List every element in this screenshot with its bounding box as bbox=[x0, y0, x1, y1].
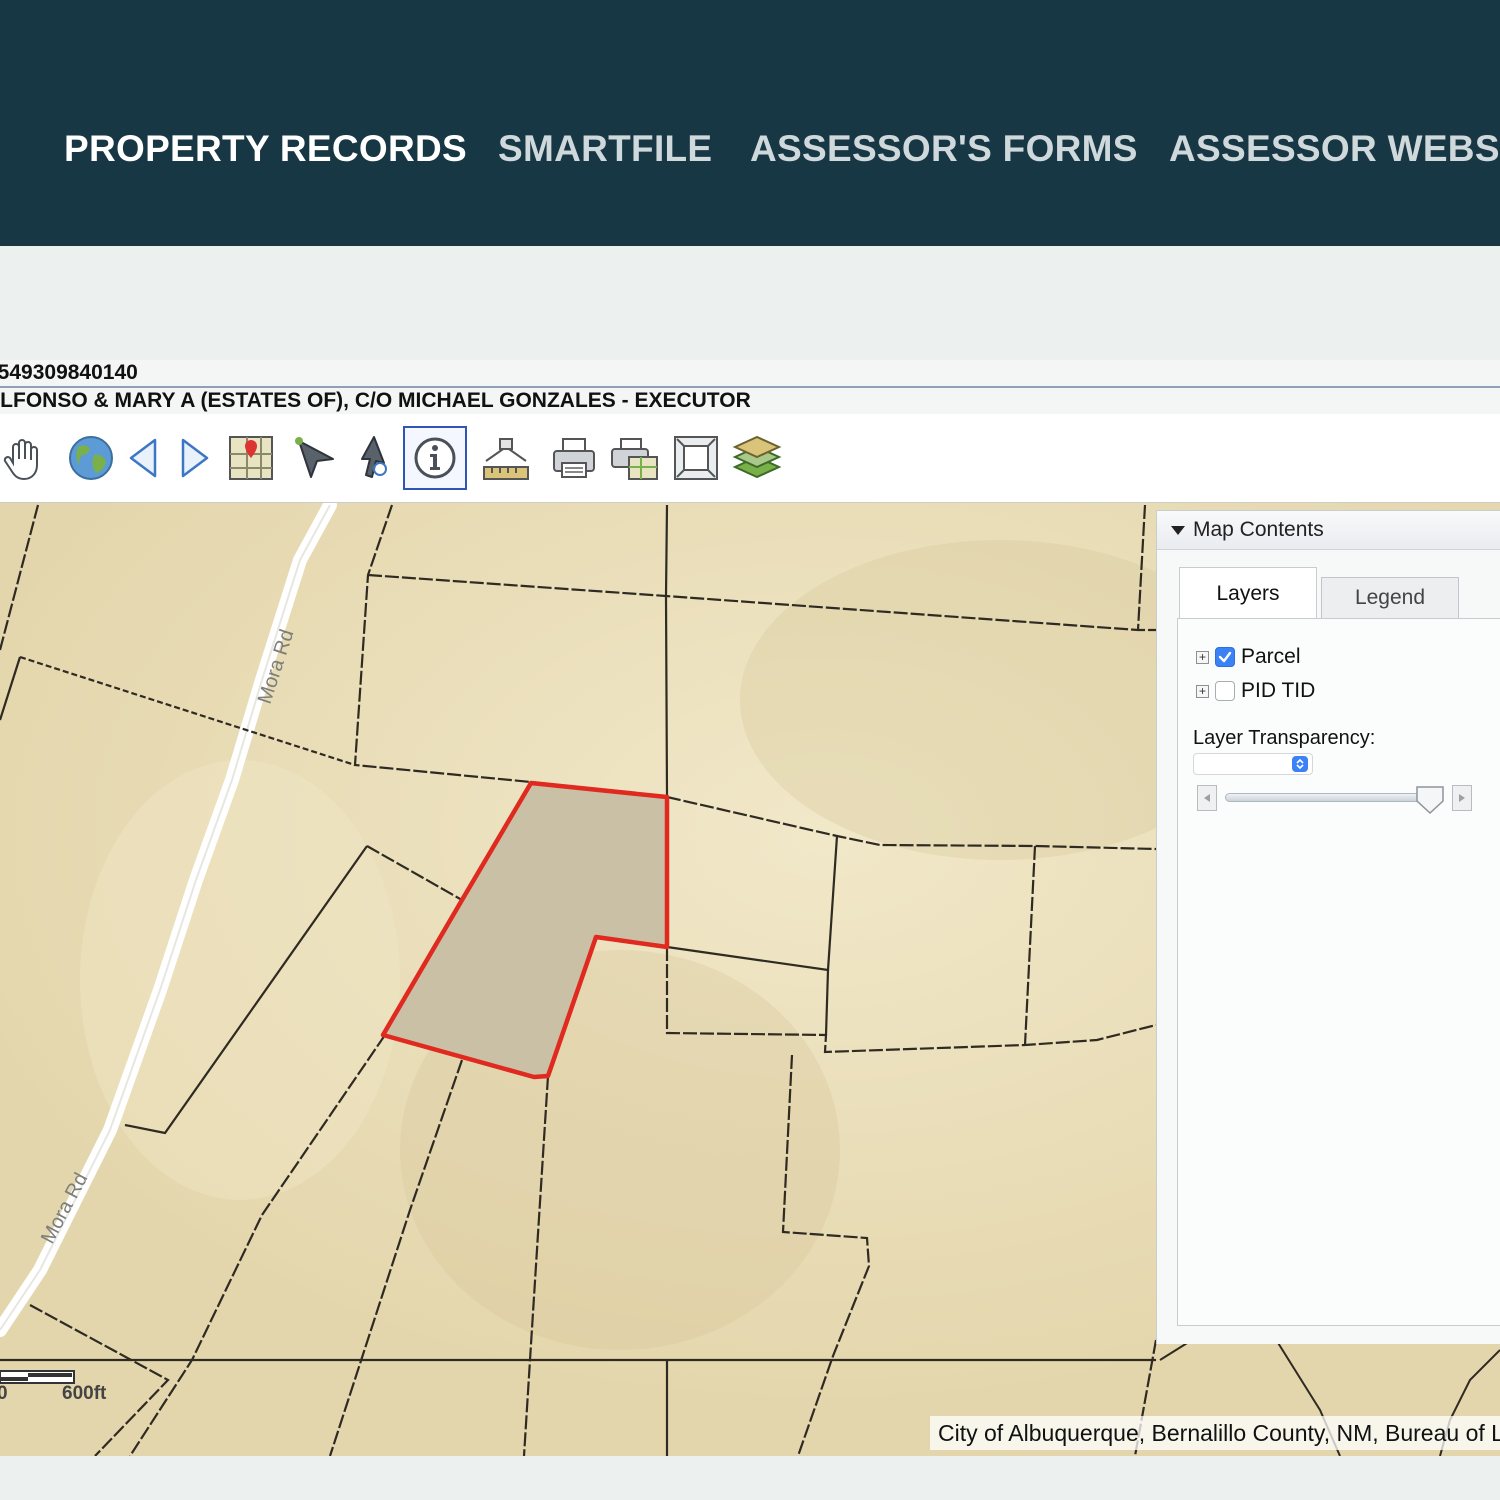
transparency-layer-select[interactable] bbox=[1193, 753, 1313, 775]
layer-label-pid-tid: PID TID bbox=[1241, 679, 1316, 702]
panel-header[interactable]: Map Contents bbox=[1157, 511, 1500, 550]
layer-checkbox-parcel[interactable] bbox=[1215, 647, 1235, 667]
slider-left-button[interactable] bbox=[1197, 785, 1217, 811]
nav-assessors-forms[interactable]: ASSESSOR'S FORMS bbox=[750, 128, 1138, 170]
layer-label-parcel: Parcel bbox=[1241, 645, 1301, 668]
identify-info-icon[interactable] bbox=[403, 426, 467, 490]
nav-assessor-website[interactable]: ASSESSOR WEBSITE bbox=[1169, 128, 1500, 170]
top-navigation-bar: PROPERTY RECORDS SMARTFILE ASSESSOR'S FO… bbox=[0, 0, 1500, 246]
expand-icon[interactable]: + bbox=[1196, 650, 1209, 664]
tab-legend[interactable]: Legend bbox=[1321, 577, 1459, 619]
print-map-icon[interactable] bbox=[603, 426, 667, 490]
next-extent-icon[interactable] bbox=[176, 426, 216, 490]
pan-hand-icon[interactable] bbox=[0, 426, 56, 490]
select-arrow-icon[interactable] bbox=[282, 426, 346, 490]
slider-right-button[interactable] bbox=[1452, 785, 1472, 811]
overview-map-icon[interactable] bbox=[219, 426, 283, 490]
terrain-shade bbox=[80, 760, 400, 1200]
print-icon[interactable] bbox=[542, 426, 606, 490]
nav-smartfile[interactable]: SMARTFILE bbox=[498, 128, 712, 170]
layers-tab-body: + Parcel + PID TID bbox=[1177, 618, 1500, 1326]
parcel-id-row: 1549309840140 bbox=[0, 360, 1500, 388]
layer-transparency-label: Layer Transparency: bbox=[1193, 727, 1376, 749]
select-parcel-icon[interactable] bbox=[343, 426, 407, 490]
panel-title: Map Contents bbox=[1193, 518, 1324, 541]
parcel-id: 1549309840140 bbox=[0, 361, 138, 384]
layer-checkbox-pid-tid[interactable] bbox=[1215, 681, 1235, 701]
scale-bar bbox=[0, 1370, 75, 1384]
full-extent-globe-icon[interactable] bbox=[59, 426, 123, 490]
previous-extent-icon[interactable] bbox=[122, 426, 162, 490]
tab-layers[interactable]: Layers bbox=[1179, 567, 1317, 619]
map-contents-panel: Map Contents Layers Legend + Parcel + PI… bbox=[1156, 510, 1500, 1344]
map-toolbar bbox=[0, 414, 1500, 504]
map-attribution: City of Albuquerque, Bernalillo County, … bbox=[930, 1416, 1500, 1450]
select-arrows-icon bbox=[1292, 756, 1308, 772]
full-screen-icon[interactable] bbox=[664, 426, 728, 490]
layers-icon[interactable] bbox=[725, 426, 789, 490]
nav-property-records[interactable]: PROPERTY RECORDS bbox=[64, 128, 467, 170]
layer-row-parcel: + Parcel bbox=[1196, 645, 1301, 669]
scale-start-label: 0 bbox=[0, 1383, 8, 1404]
page-footer-band bbox=[0, 1456, 1500, 1500]
measure-icon[interactable] bbox=[474, 426, 538, 490]
scale-end-label: 600ft bbox=[62, 1383, 107, 1404]
transparency-slider-track[interactable] bbox=[1225, 793, 1443, 802]
layer-row-pid-tid: + PID TID bbox=[1196, 679, 1315, 703]
transparency-slider-thumb[interactable] bbox=[1415, 783, 1445, 815]
expand-icon[interactable]: + bbox=[1196, 684, 1209, 698]
collapse-triangle-icon[interactable] bbox=[1171, 525, 1185, 535]
owner-row: ALFONSO & MARY A (ESTATES OF), C/O MICHA… bbox=[0, 388, 1500, 414]
owner-name: ALFONSO & MARY A (ESTATES OF), C/O MICHA… bbox=[0, 389, 751, 412]
